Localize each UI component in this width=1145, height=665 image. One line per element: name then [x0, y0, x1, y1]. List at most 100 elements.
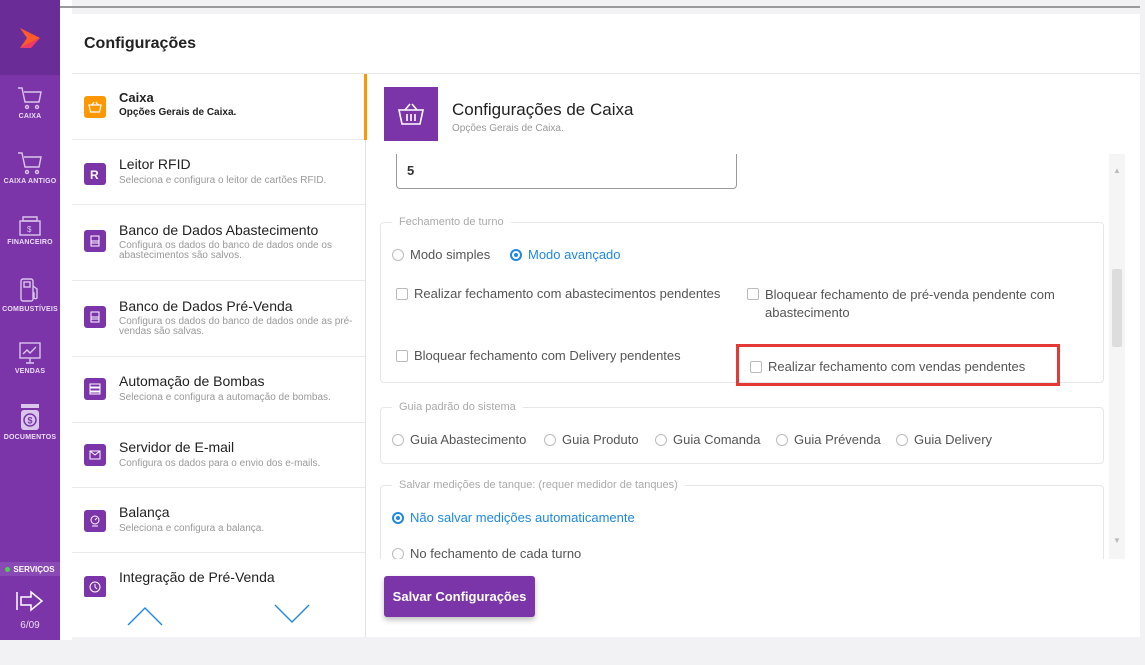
config-item-desc: Configura os dados do banco de dados ond…: [119, 316, 353, 337]
sidebar-item-documentos[interactable]: $ DOCUMENTOS: [0, 402, 60, 441]
svg-text:$: $: [27, 225, 32, 234]
cart-icon: [18, 87, 42, 110]
sidebar-label: CAIXA: [18, 113, 42, 120]
sidebar-label: CAIXA ANTIGO: [3, 178, 57, 185]
fuel-pump-icon: [20, 278, 38, 302]
settings-scroll-area[interactable]: 5 Fechamento de turno Modo simples Modo …: [367, 154, 1140, 559]
page-title: Configurações: [84, 35, 197, 52]
mail-icon: [84, 444, 106, 466]
radio-icon: [776, 433, 788, 446]
checkbox-bloquear-delivery[interactable]: Bloquear fechamento com Delivery pendent…: [396, 348, 736, 364]
checkbox-icon: [396, 288, 408, 300]
config-item-desc: Seleciona e configura a automação de bom…: [119, 392, 331, 403]
radio-label: No fechamento de cada turno: [410, 546, 582, 559]
radio-icon: [896, 433, 908, 446]
session-date: 6/09: [20, 620, 40, 631]
content-subtitle: Opções Gerais de Caixa.: [452, 123, 564, 134]
radio-selected-icon: [392, 511, 404, 524]
list-pager: [72, 597, 365, 637]
vertical-scrollbar[interactable]: ▲ ▼: [1109, 154, 1125, 559]
radio-guia-abastecimento[interactable]: Guia Abastecimento: [392, 432, 526, 447]
config-item-title: Integração de Pré-Venda: [119, 569, 275, 585]
config-item-title: Servidor de E-mail: [119, 439, 235, 455]
radio-nao-salvar[interactable]: Não salvar medições automaticamente: [392, 510, 635, 525]
config-item-title: Caixa: [119, 90, 154, 105]
radio-modo-simples[interactable]: Modo simples: [392, 247, 490, 262]
config-item-caixa[interactable]: Caixa Opções Gerais de Caixa.: [72, 74, 365, 140]
content-title: Configurações de Caixa: [452, 100, 634, 119]
sidebar-item-caixa-antigo[interactable]: CAIXA ANTIGO: [0, 150, 60, 185]
numeric-field[interactable]: 5: [396, 154, 737, 189]
radio-label: Não salvar medições automaticamente: [410, 510, 635, 525]
config-item-db-abastecimento[interactable]: Banco de Dados Abastecimento Configura o…: [72, 205, 365, 281]
cart-icon: [18, 152, 42, 175]
basket-icon: [84, 96, 106, 118]
scroll-up-arrow-icon[interactable]: ▲: [1113, 166, 1121, 175]
config-item-desc: Opções Gerais de Caixa.: [119, 107, 237, 118]
radio-icon: [655, 433, 667, 446]
services-status[interactable]: SERVIÇOS: [0, 562, 60, 576]
config-item-email[interactable]: Servidor de E-mail Configura os dados pa…: [72, 423, 365, 488]
radio-guia-prevenda[interactable]: Guia Prévenda: [776, 432, 881, 447]
radio-guia-comanda[interactable]: Guia Comanda: [655, 432, 760, 447]
config-item-desc: Configura os dados do banco de dados ond…: [119, 240, 332, 261]
rfid-icon: R: [84, 163, 106, 185]
medicoes-tanque-group: Salvar medições de tanque: (requer medid…: [380, 479, 1104, 559]
config-item-balanca[interactable]: Balança Seleciona e configura a balança.: [72, 488, 365, 553]
radio-label: Modo simples: [410, 247, 491, 262]
save-button[interactable]: Salvar Configurações: [384, 576, 535, 617]
radio-label: Guia Abastecimento: [410, 432, 527, 447]
clock-icon: [84, 576, 106, 598]
config-item-title: Banco de Dados Pré-Venda: [119, 298, 293, 314]
basket-icon: [384, 87, 438, 141]
radio-label: Guia Produto: [562, 432, 639, 447]
radio-guia-produto[interactable]: Guia Produto: [544, 432, 639, 447]
config-item-db-prevenda[interactable]: Banco de Dados Pré-Venda Configura os da…: [72, 281, 365, 357]
cash-register-icon: $: [19, 216, 41, 236]
group-legend: Fechamento de turno: [392, 216, 511, 228]
config-item-rfid[interactable]: R Leitor RFID Seleciona e configura o le…: [72, 140, 365, 205]
monitor-chart-icon: [19, 342, 41, 364]
radio-icon: [392, 547, 404, 559]
sidebar-item-combustiveis[interactable]: COMBUSTÍVEIS: [0, 276, 60, 313]
radio-label: Modo avançado: [528, 247, 621, 262]
radio-selected-icon: [510, 248, 522, 261]
config-item-desc: Configura os dados para o envio dos e-ma…: [119, 458, 321, 469]
money-bag-icon: $: [21, 404, 39, 430]
checkbox-icon: [396, 350, 408, 362]
radio-label: Guia Comanda: [673, 432, 761, 447]
checkbox-bloquear-prevenda[interactable]: Bloquear fechamento de pré-venda pendent…: [747, 286, 1067, 322]
sidebar-label: VENDAS: [14, 368, 46, 375]
panel-header: Configurações: [72, 14, 1140, 74]
checkbox-abastecimentos-pendentes[interactable]: Realizar fechamento com abastecimentos p…: [396, 286, 736, 302]
logout-icon: [16, 590, 44, 612]
radio-modo-avancado[interactable]: Modo avançado: [510, 247, 621, 262]
sidebar-item-vendas[interactable]: VENDAS: [0, 340, 60, 375]
group-legend: Guia padrão do sistema: [392, 401, 523, 413]
radio-guia-delivery[interactable]: Guia Delivery: [896, 432, 992, 447]
config-item-desc: Seleciona e configura a balança.: [119, 523, 265, 534]
sidebar-item-financeiro[interactable]: $ FINANCEIRO: [0, 215, 60, 246]
app-sidebar: CAIXA CAIXA ANTIGO $ FINANCEIRO COMBUSTÍ…: [0, 0, 60, 640]
logout-button[interactable]: [0, 588, 60, 614]
settings-panel: Configurações Caixa Opções Gerais de Cai…: [72, 14, 1140, 637]
scroll-up-button[interactable]: [126, 605, 164, 627]
config-content: Configurações de Caixa Opções Gerais de …: [367, 74, 1140, 637]
radio-fechamento-turno[interactable]: No fechamento de cada turno: [392, 546, 581, 559]
guia-padrao-group: Guia padrão do sistema Guia Abasteciment…: [380, 401, 1104, 464]
checkbox-label: Realizar fechamento com abastecimentos p…: [414, 286, 721, 301]
scroll-down-arrow-icon[interactable]: ▼: [1113, 536, 1121, 545]
config-item-title: Leitor RFID: [119, 156, 191, 172]
scroll-down-button[interactable]: [273, 603, 311, 625]
scrollbar-thumb[interactable]: [1112, 269, 1122, 347]
sidebar-item-caixa[interactable]: CAIXA: [0, 85, 60, 120]
config-item-automacao[interactable]: Automação de Bombas Seleciona e configur…: [72, 357, 365, 423]
app-logo[interactable]: [0, 0, 60, 75]
sidebar-label: FINANCEIRO: [7, 239, 53, 246]
config-item-title: Automação de Bombas: [119, 373, 265, 389]
checkbox-label: Bloquear fechamento com Delivery pendent…: [414, 348, 681, 363]
svg-text:R: R: [90, 168, 99, 180]
database-icon: [84, 306, 106, 328]
sidebar-label: DOCUMENTOS: [3, 434, 57, 441]
top-divider: [60, 6, 1140, 8]
